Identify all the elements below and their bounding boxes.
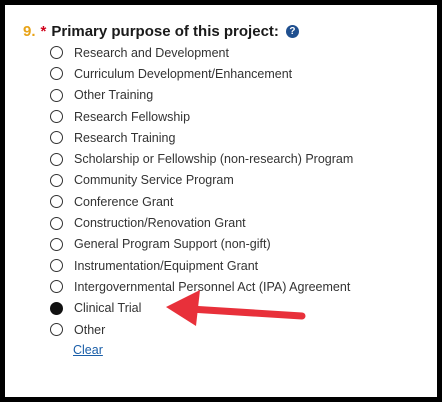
radio-button[interactable] [50, 259, 63, 273]
option-label: Community Service Program [74, 173, 234, 188]
option-conference-grant[interactable]: Conference Grant [50, 191, 353, 212]
option-general-program-support-non-gift[interactable]: General Program Support (non-gift) [50, 234, 353, 255]
radio-button[interactable] [50, 195, 63, 209]
option-label: Conference Grant [74, 194, 174, 209]
radio-button[interactable] [50, 67, 63, 81]
radio-button[interactable] [50, 237, 63, 251]
option-label: Clinical Trial [74, 301, 142, 316]
radio-button[interactable] [50, 280, 63, 294]
option-research-training[interactable]: Research Training [50, 127, 353, 148]
option-instrumentation-equipment-grant[interactable]: Instrumentation/Equipment Grant [50, 255, 353, 276]
option-label: Research and Development [74, 45, 229, 60]
option-intergovernmental-personnel-act-ipa-agreement[interactable]: Intergovernmental Personnel Act (IPA) Ag… [50, 276, 353, 297]
option-scholarship-or-fellowship-non-research-program[interactable]: Scholarship or Fellowship (non-research)… [50, 148, 353, 169]
option-clinical-trial[interactable]: Clinical Trial [50, 298, 353, 319]
option-label: Scholarship or Fellowship (non-research)… [74, 152, 354, 167]
form-panel: 9. * Primary purpose of this project: ? … [0, 0, 442, 402]
purpose-options-list: Research and Development Curriculum Devel… [50, 42, 353, 340]
option-label: General Program Support (non-gift) [74, 237, 271, 252]
option-curriculum-development-enhancement[interactable]: Curriculum Development/Enhancement [50, 63, 353, 84]
option-community-service-program[interactable]: Community Service Program [50, 170, 353, 191]
option-research-fellowship[interactable]: Research Fellowship [50, 106, 353, 127]
radio-button[interactable] [50, 131, 63, 145]
option-construction-renovation-grant[interactable]: Construction/Renovation Grant [50, 212, 353, 233]
radio-button[interactable] [50, 173, 63, 187]
radio-button[interactable] [50, 152, 63, 166]
question-number: 9. [23, 23, 36, 40]
question-label: Primary purpose of this project: [51, 23, 279, 40]
option-label: Research Fellowship [74, 109, 191, 124]
radio-button[interactable] [50, 323, 63, 336]
question-heading: 9. * Primary purpose of this project: ? [23, 23, 299, 40]
help-icon[interactable]: ? [285, 25, 299, 38]
clear-link[interactable]: Clear [73, 343, 103, 357]
required-asterisk: * [40, 23, 47, 40]
option-other[interactable]: Other [50, 319, 353, 340]
option-label: Construction/Renovation Grant [74, 216, 246, 231]
option-label: Other Training [74, 88, 154, 103]
radio-button-selected[interactable] [50, 301, 63, 315]
option-label: Other [74, 322, 106, 337]
option-label: Curriculum Development/Enhancement [74, 66, 293, 81]
option-label: Intergovernmental Personnel Act (IPA) Ag… [74, 279, 351, 294]
radio-button[interactable] [50, 88, 63, 102]
radio-button[interactable] [50, 110, 63, 124]
option-label: Instrumentation/Equipment Grant [74, 258, 259, 273]
radio-button[interactable] [50, 216, 63, 230]
option-label: Research Training [74, 130, 176, 145]
option-other-training[interactable]: Other Training [50, 85, 353, 106]
option-research-and-development[interactable]: Research and Development [50, 42, 353, 63]
radio-button[interactable] [50, 46, 63, 60]
